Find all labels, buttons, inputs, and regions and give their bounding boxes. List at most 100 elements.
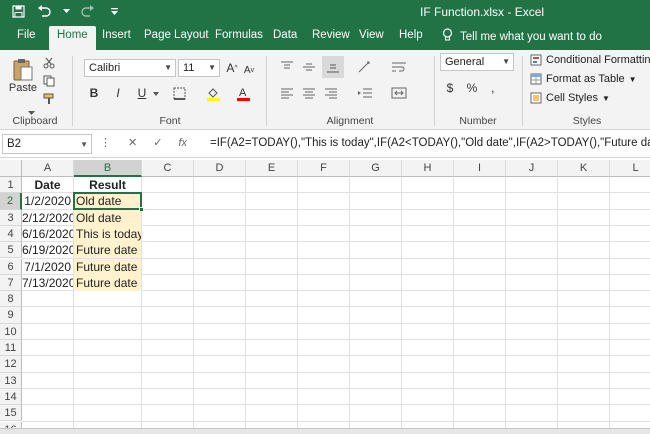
gridline [22,404,650,406]
currency-button[interactable]: $ [442,80,458,96]
copy-icon[interactable] [42,74,56,88]
wrap-text-icon[interactable] [388,58,410,76]
tab-view[interactable]: View [359,29,384,41]
font-size-select[interactable]: 11 ▼ [178,59,220,77]
row-header-13[interactable]: 13 [0,372,22,389]
fill-color-icon[interactable] [202,85,224,101]
orientation-icon[interactable] [354,58,376,76]
gridline [401,177,402,428]
formula-input[interactable]: =IF(A2=TODAY(),"This is today",IF(A2<TOD… [210,137,650,149]
row-header-2[interactable]: 2 [0,193,22,210]
column-header-i[interactable]: I [454,160,506,177]
row-header-1[interactable]: 1 [0,177,22,194]
tab-help[interactable]: Help [399,29,423,41]
row-header-8[interactable]: 8 [0,291,22,308]
name-box[interactable]: B2 ▼ [2,134,92,154]
tab-formulas[interactable]: Formulas [215,29,263,41]
select-all-corner[interactable] [0,160,22,177]
row-header-5[interactable]: 5 [0,242,22,259]
font-name-select[interactable]: Calibri ▼ [84,59,176,77]
italic-button[interactable]: I [110,84,126,102]
cancel-icon[interactable]: ✕ [128,136,137,149]
title-bar: IF Function.xlsx - Excel [0,0,650,24]
cell-a5[interactable]: 6/19/2020 [22,242,73,258]
align-left-icon[interactable] [278,84,296,102]
tab-home[interactable]: Home [49,26,96,50]
column-header-j[interactable]: J [506,160,558,177]
redo-icon[interactable] [80,3,96,19]
column-header-b[interactable]: B [74,160,142,177]
borders-icon[interactable] [168,85,190,101]
align-right-icon[interactable] [322,84,340,102]
conditional-formatting-button[interactable]: Conditional Formatting [530,54,650,66]
cell-b7[interactable]: Future date [74,274,141,291]
column-header-k[interactable]: K [558,160,610,177]
paste-button[interactable]: Paste [8,56,38,96]
cell-a7[interactable]: 7/13/2020 [22,275,73,291]
font-color-icon[interactable]: A [232,84,254,102]
row-header-10[interactable]: 10 [0,323,22,340]
column-header-g[interactable]: G [350,160,402,177]
row-header-12[interactable]: 12 [0,356,22,373]
tab-page-layout[interactable]: Page Layout [144,29,209,41]
ribbon-separator [434,56,435,126]
enter-icon[interactable]: ✓ [153,136,162,149]
cell-a3[interactable]: 2/12/2020 [22,210,73,226]
tell-me-search[interactable]: Tell me what you want to do [442,28,602,45]
row-header-6[interactable]: 6 [0,258,22,275]
row-header-3[interactable]: 3 [0,209,22,226]
percent-button[interactable]: % [464,80,480,96]
tab-data[interactable]: Data [273,29,297,41]
cell-a1[interactable]: Date [22,177,73,193]
tab-review[interactable]: Review [312,29,350,41]
column-header-d[interactable]: D [194,160,246,177]
cell-a6[interactable]: 7/1/2020 [22,259,73,275]
column-header-l[interactable]: L [610,160,650,177]
customize-toolbar-icon[interactable] [106,3,122,19]
cell-b3[interactable]: Old date [74,209,141,226]
column-header-f[interactable]: F [298,160,350,177]
cell-a2[interactable]: 1/2/2020 [22,193,73,209]
grow-font-icon[interactable]: A ^ [225,59,239,77]
bold-button[interactable]: B [86,84,102,102]
cut-icon[interactable] [42,56,56,70]
shrink-font-icon[interactable]: Av [242,61,256,79]
underline-button[interactable]: U [134,84,150,102]
insert-function-icon[interactable]: fx [178,137,187,149]
fill-handle[interactable] [139,206,144,212]
row-header-7[interactable]: 7 [0,274,22,292]
format-as-table-button[interactable]: Format as Table ▼ [530,73,637,85]
spreadsheet-grid[interactable]: ABCDEFGHIJKL12345678910111213141516DateR… [0,160,650,434]
align-middle-icon[interactable] [300,58,318,76]
row-header-11[interactable]: 11 [0,340,22,357]
row-header-15[interactable]: 15 [0,405,22,422]
save-icon[interactable] [10,3,26,19]
row-header-14[interactable]: 14 [0,388,22,406]
tab-insert[interactable]: Insert [102,29,131,41]
row-header-4[interactable]: 4 [0,225,22,243]
gridline [297,177,298,428]
cell-b6[interactable]: Future date [74,258,141,275]
cell-b4[interactable]: This is today [74,225,141,242]
comma-style-icon[interactable]: , [486,80,502,96]
column-header-a[interactable]: A [22,160,74,177]
merge-center-icon[interactable] [388,84,410,102]
column-header-c[interactable]: C [142,160,194,177]
cell-styles-button[interactable]: Cell Styles ▼ [530,92,610,104]
undo-dropdown-icon[interactable] [62,3,70,19]
tab-file[interactable]: File [17,29,36,41]
cell-a4[interactable]: 6/16/2020 [22,226,73,242]
indent-icon[interactable] [354,84,376,102]
format-painter-icon[interactable] [42,92,56,106]
column-header-h[interactable]: H [402,160,454,177]
underline-dropdown-icon[interactable] [152,90,160,98]
column-header-e[interactable]: E [246,160,298,177]
align-bottom-icon[interactable] [322,56,344,78]
undo-icon[interactable] [36,3,52,19]
cell-b5[interactable]: Future date [74,242,141,259]
number-format-select[interactable]: General ▼ [440,53,514,71]
cell-b1[interactable]: Result [74,177,141,193]
row-header-9[interactable]: 9 [0,307,22,324]
align-center-icon[interactable] [300,84,318,102]
align-top-icon[interactable] [278,58,296,76]
